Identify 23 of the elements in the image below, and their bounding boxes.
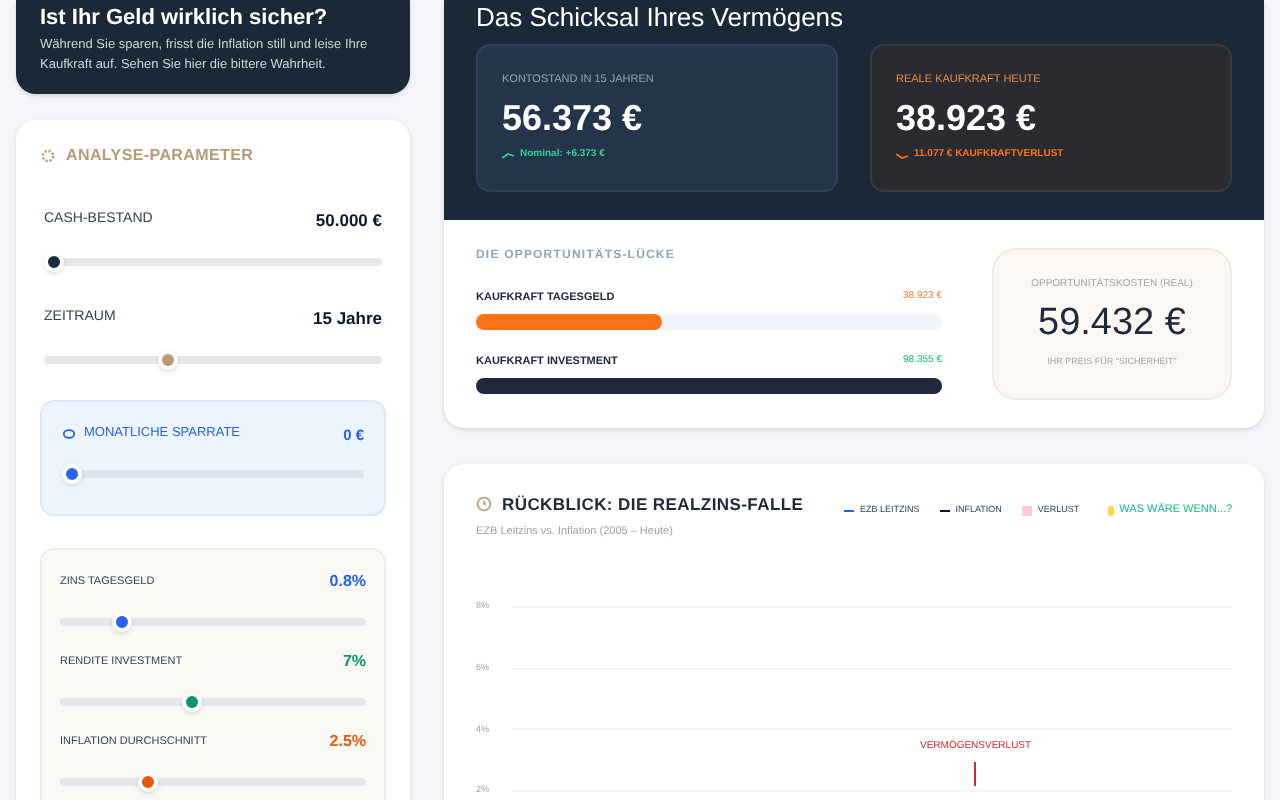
- slider-value: 15 Jahre: [313, 305, 382, 331]
- slider-thumb[interactable]: [137, 771, 158, 792]
- slider-thumb[interactable]: [158, 349, 179, 369]
- intro-title: Ist Ihr Geld wirklich sicher?: [40, 4, 330, 32]
- slider-thumb[interactable]: [44, 251, 64, 272]
- slider-thumb[interactable]: [62, 463, 82, 484]
- slider-value: 0.8%: [329, 569, 366, 594]
- clock-icon: [476, 496, 492, 513]
- gear-icon: [40, 148, 56, 164]
- section-title: ANALYSE-PARAMETER: [66, 144, 254, 168]
- cost-value: 59.432 €: [1038, 300, 1186, 349]
- slider-value: 2.5%: [329, 729, 366, 754]
- chart-title: RÜCKBLICK: DIE REALZINS-FALLE: [502, 492, 804, 518]
- slider-value: 50.000 €: [315, 208, 382, 234]
- result-value: 56.373 €: [502, 96, 645, 141]
- trend-up-icon: [502, 152, 514, 160]
- trend-down-icon: [896, 152, 908, 160]
- slider-value: 7%: [342, 649, 366, 674]
- result-value: 38.923 €: [896, 96, 1039, 141]
- slider-thumb[interactable]: [182, 691, 203, 712]
- slider-thumb[interactable]: [111, 611, 132, 632]
- results-title: Das Schicksal Ihres Vermögens: [476, 2, 846, 34]
- annotation-line: [974, 761, 977, 785]
